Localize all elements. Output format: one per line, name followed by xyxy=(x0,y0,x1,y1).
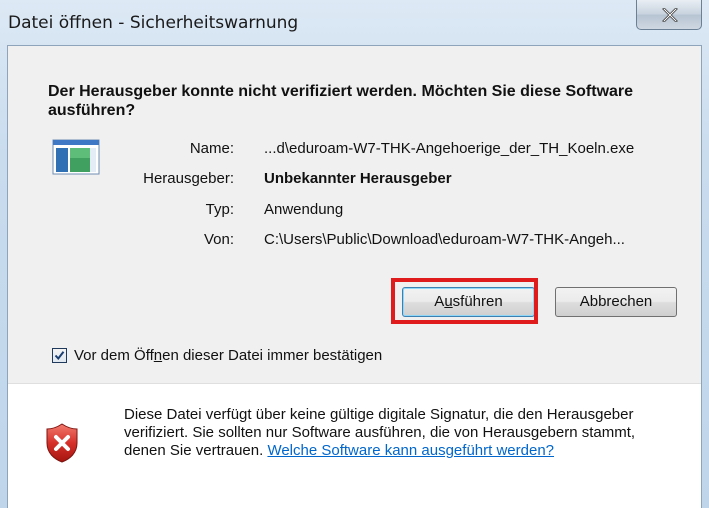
warning-text: Diese Datei verfügt über keine gültige d… xyxy=(124,406,664,460)
type-value: Anwendung xyxy=(264,201,344,218)
publisher-label: Herausgeber: xyxy=(143,170,234,187)
security-shield-error-icon xyxy=(46,423,78,463)
dialog-body: Der Herausgeber konnte nicht verifiziert… xyxy=(7,45,702,508)
title-bar[interactable]: Datei öffnen - Sicherheitswarnung xyxy=(0,0,709,45)
name-value: ...d\eduroam-W7-THK-Angehoerige_der_TH_K… xyxy=(264,140,635,157)
run-button-highlight xyxy=(391,278,538,324)
from-value: C:\Users\Public\Download\eduroam-W7-THK-… xyxy=(264,231,625,248)
close-icon xyxy=(662,8,678,22)
warning-heading: Der Herausgeber konnte nicht verifiziert… xyxy=(48,83,634,119)
security-warning-dialog: Datei öffnen - Sicherheitswarnung Der He… xyxy=(0,0,709,508)
window-title: Datei öffnen - Sicherheitswarnung xyxy=(8,13,299,33)
checkbox-label-after: en dieser Datei immer bestätigen xyxy=(162,347,383,364)
signature-warning-panel: Diese Datei verfügt über keine gültige d… xyxy=(8,384,701,508)
name-label: Name: xyxy=(189,140,234,157)
checkbox-label-before: Vor dem Öff xyxy=(74,347,154,364)
cancel-button[interactable]: Abbrechen xyxy=(555,287,677,317)
which-software-link[interactable]: Welche Software kann ausgeführt werden? xyxy=(267,442,554,459)
close-button[interactable] xyxy=(636,0,702,30)
type-label: Typ: xyxy=(205,201,234,218)
publisher-value: Unbekannter Herausgeber xyxy=(264,170,452,187)
checkbox-label-access-key: n xyxy=(153,347,163,364)
checkmark-icon xyxy=(54,351,65,361)
always-confirm-checkbox[interactable] xyxy=(52,348,67,363)
always-confirm-label[interactable]: Vor dem Öffnen dieser Datei immer bestät… xyxy=(74,347,382,364)
from-label: Von: xyxy=(203,231,234,248)
